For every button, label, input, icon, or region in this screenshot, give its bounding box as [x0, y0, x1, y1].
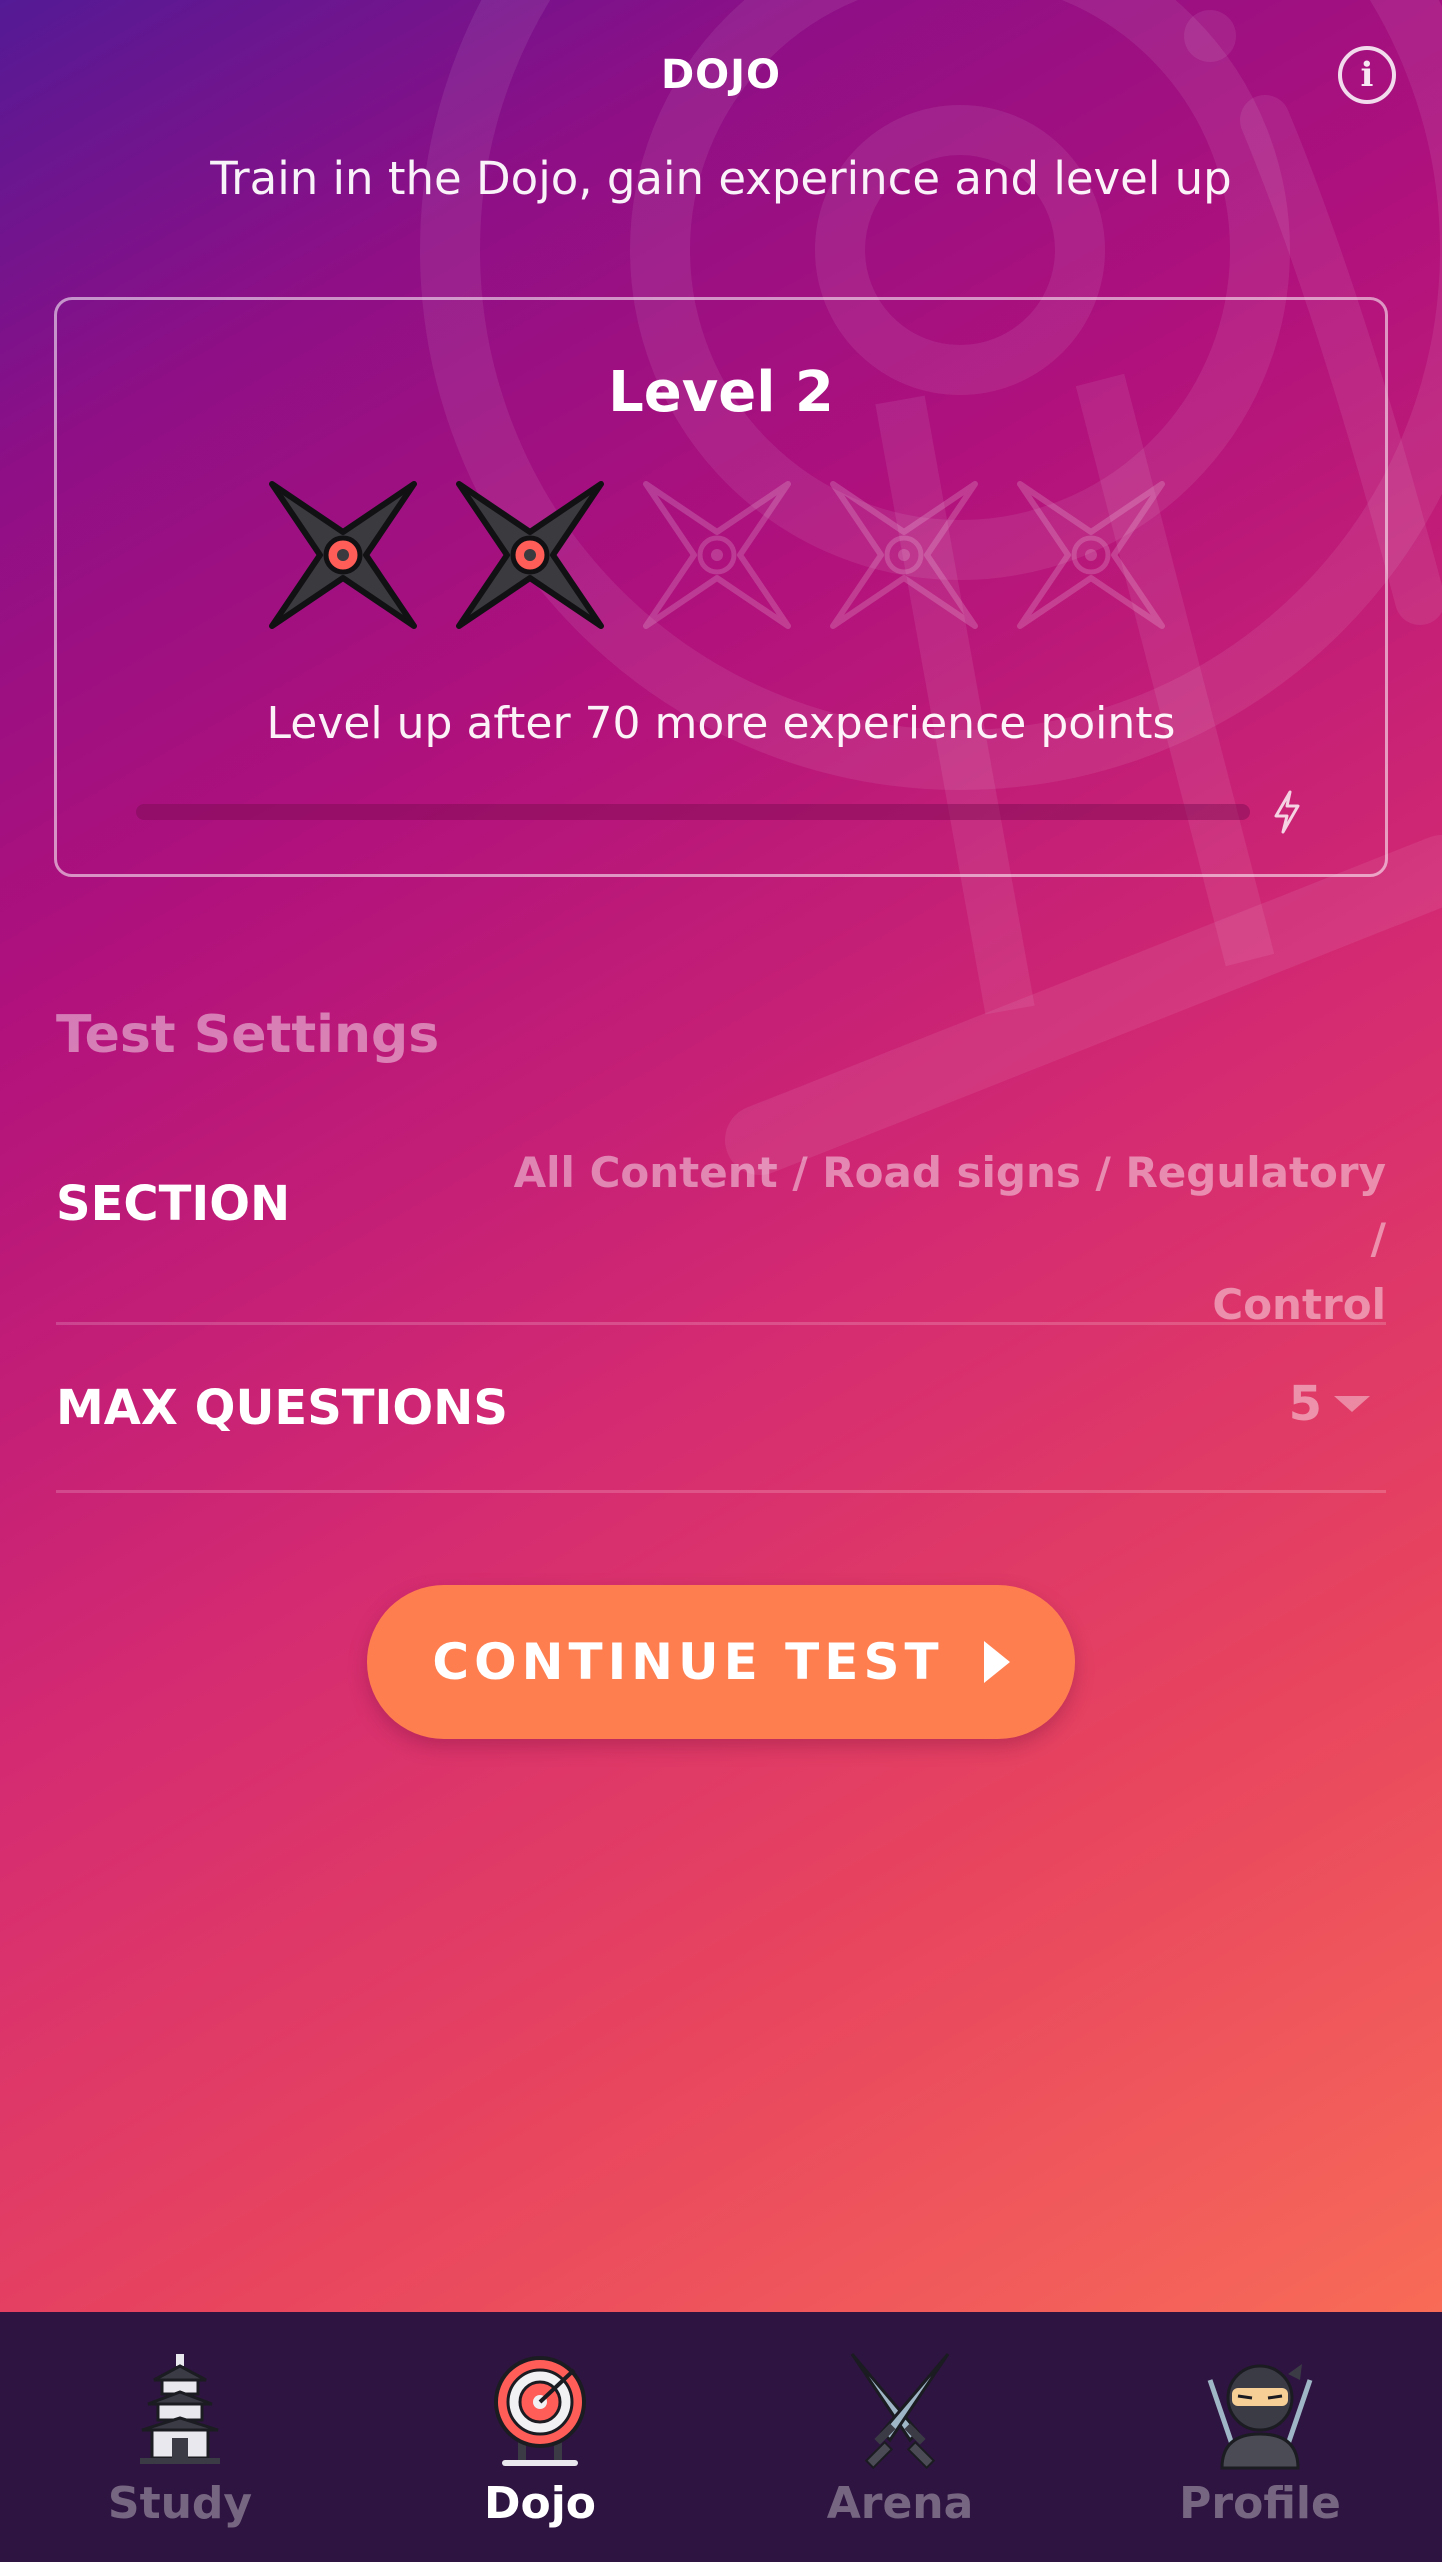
level-stars	[268, 480, 1178, 630]
continue-test-button[interactable]: CONTINUE TEST	[367, 1585, 1075, 1739]
app-header: DOJO i	[0, 0, 1442, 160]
ninja-icon	[1207, 2364, 1313, 2470]
continue-test-label: CONTINUE TEST	[432, 1633, 944, 1691]
tab-label: Study	[107, 2478, 253, 2529]
target-icon	[494, 2356, 586, 2466]
crossed-swords-icon	[850, 2353, 950, 2470]
pagoda-icon	[140, 2354, 220, 2464]
tab-profile[interactable]: Profile	[1080, 2312, 1440, 2562]
tab-dojo[interactable]: Dojo	[360, 2312, 720, 2562]
page-subtitle: Train in the Dojo, gain experince and le…	[210, 152, 1232, 205]
tab-label: Arena	[826, 2478, 974, 2529]
max-questions-label: MAX QUESTIONS	[56, 1380, 508, 1436]
section-selector[interactable]: All Content / Road signs / Regulatory / …	[486, 1140, 1386, 1338]
bottom-tab-bar: Study Dojo Arena Profile	[0, 2312, 1442, 2562]
info-icon[interactable]: i	[1338, 46, 1396, 104]
experience-progress-bar	[136, 804, 1250, 820]
test-settings-heading: Test Settings	[56, 1005, 440, 1065]
section-value-line: All Content / Road signs / Regulatory /	[513, 1148, 1386, 1263]
dropdown-caret-icon[interactable]	[1334, 1396, 1370, 1412]
divider	[56, 1322, 1386, 1325]
shuriken-icon	[643, 481, 791, 629]
tab-label: Dojo	[483, 2478, 597, 2529]
section-value-line: Control	[1212, 1280, 1386, 1329]
play-icon	[983, 1641, 1010, 1683]
level-label: Level 2	[608, 360, 834, 425]
tab-arena[interactable]: Arena	[720, 2312, 1080, 2562]
shuriken-icon	[830, 481, 978, 629]
max-questions-dropdown[interactable]: 5	[1289, 1376, 1322, 1432]
page-title: DOJO	[660, 52, 782, 98]
divider	[56, 1490, 1386, 1493]
tab-study[interactable]: Study	[0, 2312, 360, 2562]
shuriken-icon	[269, 481, 417, 629]
level-up-message: Level up after 70 more experience points	[266, 698, 1176, 749]
tab-label: Profile	[1179, 2478, 1341, 2529]
shuriken-icon	[1017, 481, 1165, 629]
section-label: SECTION	[56, 1176, 291, 1232]
lightning-bolt-icon	[1274, 790, 1300, 834]
shuriken-icon	[456, 481, 604, 629]
